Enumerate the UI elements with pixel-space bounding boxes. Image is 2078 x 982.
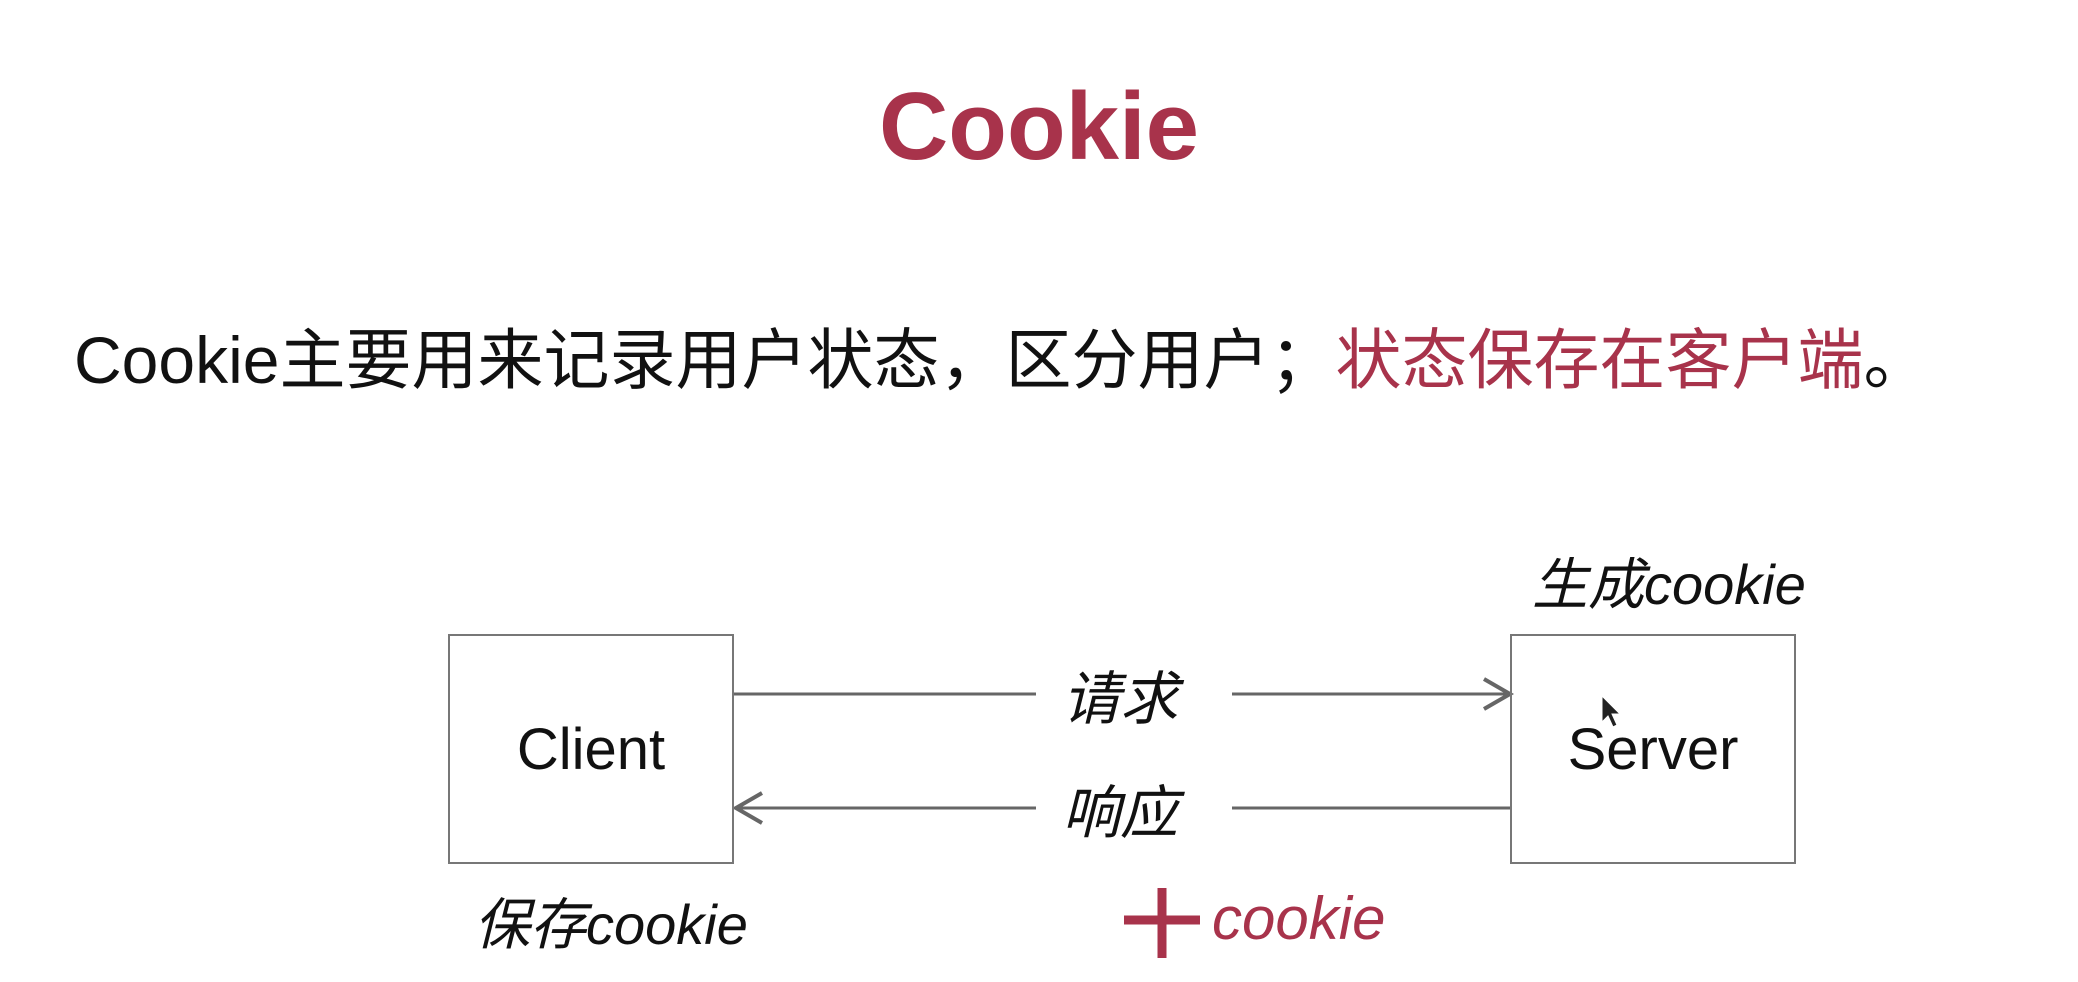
client-box: Client [448, 634, 734, 864]
response-label: 响应 [1062, 781, 1179, 846]
plus-icon [1124, 888, 1200, 958]
client-note: 保存cookie [474, 893, 748, 956]
request-label: 请求 [1062, 667, 1179, 732]
server-note: 生成cookie [1532, 553, 1806, 616]
server-box: Server [1510, 634, 1796, 864]
server-label: Server [1567, 716, 1739, 782]
client-label: Client [516, 716, 666, 782]
response-extra-cookie: cookie [1212, 885, 1386, 952]
